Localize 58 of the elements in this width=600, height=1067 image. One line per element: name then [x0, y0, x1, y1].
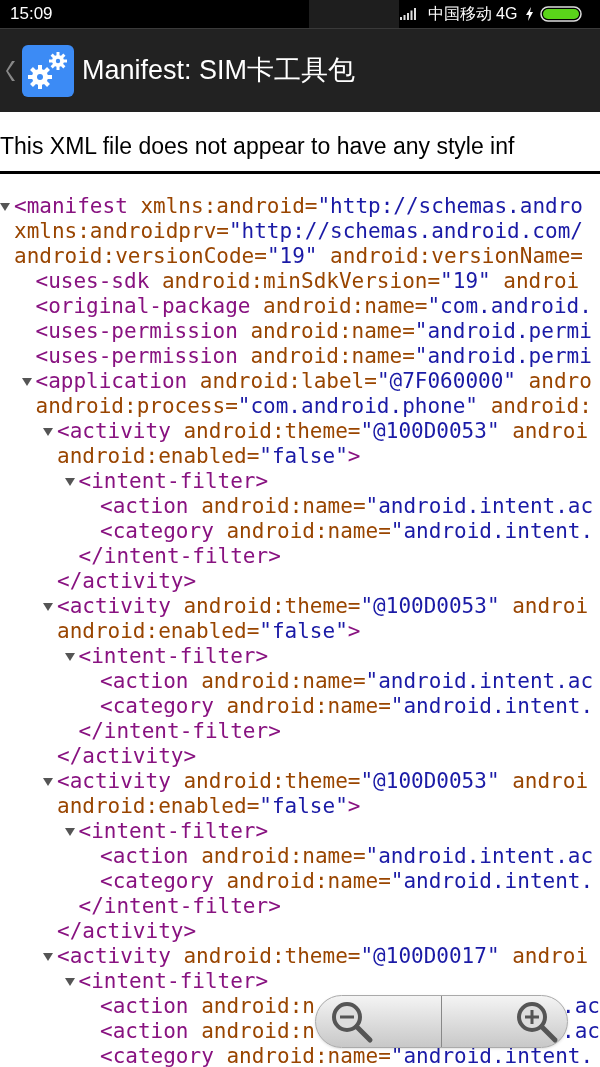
xml-code-line: <intent-filter> [78, 644, 269, 669]
xml-code-line: </activity> [57, 744, 197, 769]
back-chevron-icon[interactable] [6, 59, 16, 82]
disclosure-triangle-icon[interactable] [64, 826, 75, 837]
xml-code-line: <intent-filter> [78, 969, 269, 994]
signal-icon [399, 8, 416, 20]
xml-code-line: <action android:n [100, 994, 315, 1019]
xml-code-line: <category android:name="android.intent. [100, 694, 594, 719]
xml-code-fragment: .ac [562, 1019, 600, 1044]
xml-code-line: </activity> [57, 919, 197, 944]
xml-code-line: </activity> [57, 569, 197, 594]
clock-time: 15:09 [10, 3, 53, 26]
battery-icon [540, 6, 583, 22]
xml-code-line: android:enabled="false"> [57, 794, 361, 819]
xml-code-line: android:versionCode="19" android:versionName= [14, 244, 583, 269]
page-title: Manifest: SIM卡工具包 [82, 54, 356, 88]
xml-code-line: <uses-permission android:name="android.permi [35, 319, 592, 344]
xml-code-line: android:enabled="false"> [57, 444, 361, 469]
xml-code-line: <application android:label="@7F060000" andro [35, 369, 592, 394]
xml-code-line: </intent-filter> [78, 894, 281, 919]
disclosure-triangle-icon[interactable] [43, 951, 53, 962]
carrier-label: 中国移动 4G [427, 4, 518, 24]
xml-code-line: <uses-sdk android:minSdkVersion="19" androi [35, 269, 580, 294]
zoom-in-icon [515, 999, 559, 1044]
xml-code-line: <category android:name="android.intent. [100, 1044, 594, 1067]
xml-code-line: <category android:name="android.intent. [100, 869, 594, 894]
xml-code-line: <activity android:theme="@100D0053" androi [57, 769, 589, 794]
xml-code-line: <action android:n [100, 1019, 315, 1044]
disclosure-triangle-icon[interactable] [43, 776, 53, 787]
disclosure-triangle-icon[interactable] [0, 201, 10, 212]
xml-code-line: <manifest xmlns:android="http://schemas.andro [14, 194, 583, 219]
charging-bolt-icon [525, 7, 535, 21]
xml-code-line: android:enabled="false"> [57, 619, 361, 644]
disclosure-triangle-icon[interactable] [43, 426, 53, 437]
disclosure-triangle-icon[interactable] [64, 476, 75, 487]
disclosure-triangle-icon[interactable] [64, 651, 75, 662]
disclosure-triangle-icon[interactable] [21, 376, 32, 387]
xml-code-line: android:process="com.android.phone" android: [35, 394, 592, 419]
xml-code-line: </intent-filter> [78, 719, 281, 744]
xml-code-line: <action android:name="android.intent.ac [100, 844, 594, 869]
xml-code-line: xmlns:androidprv="http://schemas.android.com/ [14, 219, 583, 244]
xml-code-line: <action android:name="android.intent.ac [100, 669, 594, 694]
xml-code-line: <activity android:theme="@100D0053" androi [57, 594, 589, 619]
zoom-out-icon [330, 999, 374, 1044]
xml-code-fragment: .ac [562, 994, 600, 1019]
xml-code-line: <uses-permission android:name="android.permi [35, 344, 592, 369]
disclosure-triangle-icon[interactable] [64, 976, 75, 987]
xml-code-line: <original-package android:name="com.android. [35, 294, 592, 319]
xml-code-line: <activity android:theme="@100D0017" androi [57, 944, 589, 969]
xml-code-line: <intent-filter> [78, 469, 269, 494]
xml-code-line: <action android:name="android.intent.ac [100, 494, 594, 519]
gears-app-icon [22, 44, 74, 97]
xml-code-line: </intent-filter> [78, 544, 281, 569]
xml-code-line: <activity android:theme="@100D0053" androi [57, 419, 589, 444]
xml-code-line: <intent-filter> [78, 819, 269, 844]
disclosure-triangle-icon[interactable] [43, 601, 53, 612]
xml-code-line: <category android:name="android.intent. [100, 519, 594, 544]
style-info-notice: This XML file does not appear to have any style inf [0, 132, 516, 160]
